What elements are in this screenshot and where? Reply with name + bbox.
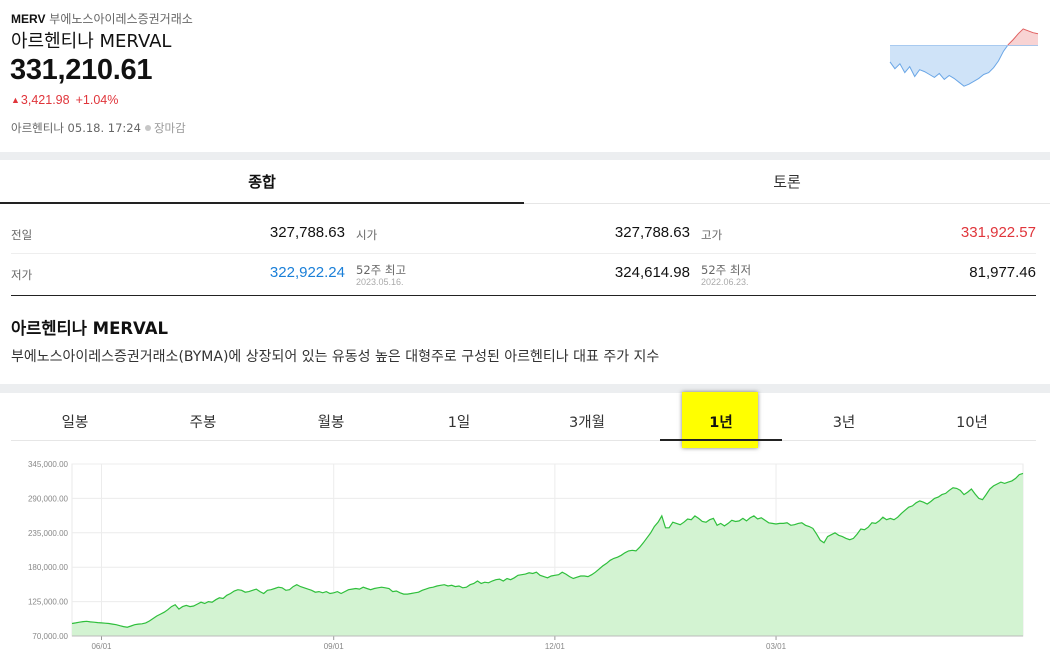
market-time: 아르헨티나 05.18. 17:24 bbox=[11, 121, 141, 135]
period-10y[interactable]: 10년 bbox=[908, 403, 1036, 441]
stat-label: 52주 최저 bbox=[701, 263, 752, 277]
tab-discussion[interactable]: 토론 bbox=[524, 160, 1050, 204]
stat-date: 2022.06.23. bbox=[701, 277, 749, 287]
period-daily[interactable]: 일봉 bbox=[11, 403, 139, 441]
description-title: 아르헨티나 MERVAL bbox=[11, 319, 168, 338]
period-1d[interactable]: 1일 bbox=[395, 403, 523, 441]
stat-value: 322,922.24 bbox=[269, 264, 345, 281]
stats-row: 저가 322,922.24 52주 최고 2023.05.16. 324,614… bbox=[11, 254, 1036, 294]
market-meta: 아르헨티나 05.18. 17:24 장마감 bbox=[11, 120, 186, 136]
stat-52w-low: 52주 최저 2022.06.23. 81,977.46 bbox=[701, 254, 1036, 294]
mini-chart[interactable] bbox=[888, 22, 1040, 94]
y-tick-label: 70,000.00 bbox=[32, 632, 68, 641]
stat-label: 전일 bbox=[11, 228, 33, 242]
exchange-name: 부에노스아이레스증권거래소 bbox=[49, 12, 193, 26]
stat-label: 고가 bbox=[701, 228, 723, 242]
stat-value: 331,922.57 bbox=[960, 224, 1036, 241]
y-tick-label: 345,000.00 bbox=[28, 460, 69, 469]
stat-value: 324,614.98 bbox=[614, 264, 690, 281]
stat-label: 52주 최고 bbox=[356, 263, 407, 277]
stat-label: 저가 bbox=[11, 268, 33, 282]
y-tick-label: 180,000.00 bbox=[28, 563, 69, 572]
stat-value: 81,977.46 bbox=[969, 264, 1036, 281]
period-3m[interactable]: 3개월 bbox=[523, 403, 651, 441]
stats-table: 전일 327,788.63 시가 327,788.63 고가 331,922.5… bbox=[11, 214, 1036, 296]
stats-row: 전일 327,788.63 시가 327,788.63 고가 331,922.5… bbox=[11, 214, 1036, 254]
change-amount: 3,421.98 bbox=[20, 93, 70, 107]
stat-low: 저가 322,922.24 bbox=[11, 254, 345, 294]
stat-value: 327,788.63 bbox=[269, 224, 345, 241]
period-monthly[interactable]: 월봉 bbox=[267, 403, 395, 441]
period-weekly[interactable]: 주봉 bbox=[139, 403, 267, 441]
description-text: 부에노스아이레스증권거래소(BYMA)에 상장되어 있는 유동성 높은 대형주로… bbox=[11, 349, 660, 365]
x-tick-label: 06/01 bbox=[91, 642, 112, 651]
stat-52w-high: 52주 최고 2023.05.16. 324,614.98 bbox=[356, 254, 690, 294]
symbol-line: MERV 부에노스아이레스증권거래소 bbox=[11, 10, 193, 27]
stat-prev-close: 전일 327,788.63 bbox=[11, 214, 345, 254]
stat-label: 시가 bbox=[356, 228, 378, 242]
period-tabs: 일봉 주봉 월봉 1일 3개월 1년 3년 10년 bbox=[11, 403, 1036, 441]
section-divider bbox=[0, 152, 1050, 160]
tab-summary[interactable]: 종합 bbox=[0, 160, 524, 204]
up-triangle-icon: ▲ bbox=[11, 95, 20, 105]
price-chart[interactable]: 70,000.00 125,000.00 180,000.00 235,000.00 2… bbox=[0, 450, 1050, 656]
x-tick-label: 12/01 bbox=[545, 642, 566, 651]
stat-value: 327,788.63 bbox=[614, 224, 690, 241]
stat-open: 시가 327,788.63 bbox=[356, 214, 690, 254]
x-tick-label: 03/01 bbox=[766, 642, 787, 651]
gray-dot-icon bbox=[144, 125, 151, 131]
y-tick-label: 290,000.00 bbox=[28, 494, 69, 503]
period-3y[interactable]: 3년 bbox=[780, 403, 908, 441]
index-header: MERV 부에노스아이레스증권거래소 아르헨티나 MERVAL 331,210.… bbox=[0, 0, 1050, 152]
index-name: 아르헨티나 MERVAL bbox=[11, 31, 172, 52]
current-price: 331,210.61 bbox=[10, 54, 153, 86]
section-divider bbox=[0, 384, 1050, 393]
stat-date: 2023.05.16. bbox=[356, 277, 404, 287]
period-1y[interactable]: 1년 bbox=[660, 403, 782, 441]
index-code: MERV bbox=[11, 12, 46, 26]
y-tick-label: 235,000.00 bbox=[28, 529, 69, 538]
y-tick-label: 125,000.00 bbox=[28, 598, 69, 607]
change-percent: +1.04% bbox=[75, 93, 119, 107]
stat-high: 고가 331,922.57 bbox=[701, 214, 1036, 254]
main-tabs: 종합 토론 bbox=[0, 160, 1050, 204]
x-tick-label: 09/01 bbox=[324, 642, 345, 651]
market-status: 장마감 bbox=[153, 121, 186, 135]
price-change: ▲3,421.98 +1.04% bbox=[11, 93, 118, 107]
